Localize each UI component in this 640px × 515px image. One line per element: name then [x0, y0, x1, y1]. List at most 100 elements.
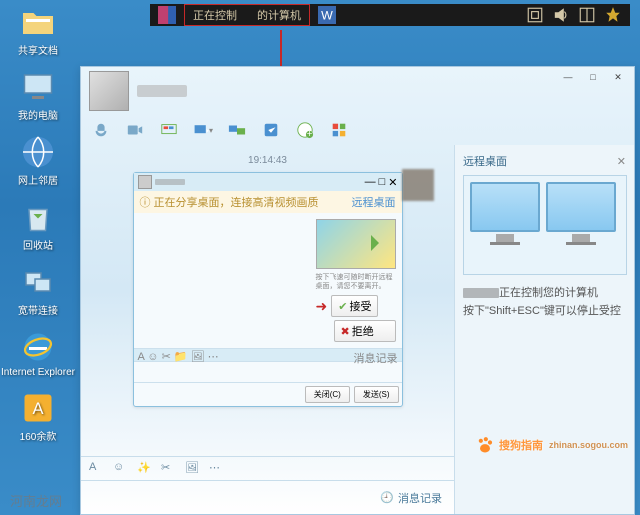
svg-text:+: + — [307, 129, 313, 139]
watermark-bottom: 河南龙网 — [10, 491, 62, 510]
nested-tip-bar: ⓘ 正在分享桌面，连接高清视频画质 远程桌面 — [134, 191, 402, 213]
monitor-left — [470, 182, 540, 268]
chat-bottom-bar: 🕘 消息记录 — [81, 480, 454, 514]
panel-close-icon[interactable]: ✕ — [617, 155, 626, 168]
nested-left-pane — [140, 219, 310, 342]
icon-label: 网上邻居 — [18, 172, 58, 187]
nested-avatar — [138, 175, 152, 189]
desktop-icon-apps[interactable]: A 160余款 — [8, 390, 68, 443]
minimize-button[interactable]: — — [556, 69, 580, 85]
watermark-sub: zhinan.sogou.com — [549, 440, 628, 450]
folder-icon — [20, 4, 56, 40]
nested-send-button[interactable]: 发送(S) — [354, 386, 399, 403]
contact-name-blurred — [137, 85, 187, 97]
image-icon[interactable]: 🖼 — [185, 461, 201, 477]
desktop-icon-network[interactable]: 网上邻居 — [8, 134, 68, 187]
nested-tip-text: 正在分享桌面，连接高清视频画质 — [154, 194, 319, 210]
icon-label: Internet Explorer — [1, 367, 75, 378]
svg-text:A: A — [32, 400, 43, 418]
annotation-arrow-small: ➜ — [316, 298, 328, 315]
video-call-icon[interactable] — [125, 120, 145, 140]
icon-label: 我的电脑 — [18, 107, 58, 122]
nested-max-icon: □ — [379, 176, 386, 188]
emoji-icon[interactable]: ☺ — [113, 461, 129, 477]
nested-history[interactable]: 消息记录 — [354, 350, 398, 360]
remote-desktop-icon[interactable]: ▾ — [193, 120, 213, 140]
nested-right-link[interactable]: 远程桌面 — [352, 194, 396, 210]
accept-label: 接受 — [349, 298, 371, 314]
watermark-sogou: 搜狗指南 zhinan.sogou.com — [475, 435, 628, 455]
icon-label: 160余款 — [20, 428, 57, 443]
icon-label: 共享文档 — [18, 42, 58, 57]
panel-hint: 按下"Shift+ESC"键可以停止受控 — [463, 305, 621, 317]
nested-chat-card: — □ ✕ ⓘ 正在分享桌面，连接高清视频画质 远程桌面 按下飞速可随时断开远程… — [133, 172, 403, 407]
remote-thumb — [316, 219, 396, 269]
chat-toolbar: ▾ + — [81, 115, 634, 145]
remote-desktop-panel: 远程桌面 ✕ 正在控制您的计算机 按下"Shift+ESC"键可以停止受控 — [454, 145, 634, 514]
desktop-icon-broadband[interactable]: 宽带连接 — [8, 264, 68, 317]
nested-header: — □ ✕ — [134, 173, 402, 191]
status-suffix: 正在控制您的计算机 — [499, 287, 598, 299]
app-logo-icon — [158, 6, 176, 24]
history-label: 消息记录 — [398, 490, 442, 506]
font-icon[interactable]: A — [89, 461, 105, 477]
nested-name-blurred — [155, 179, 185, 185]
nested-close-icon: ✕ — [388, 176, 397, 189]
window-controls: — □ ✕ — [556, 69, 630, 85]
desktop-icon-shared-docs[interactable]: 共享文档 — [8, 4, 68, 57]
nested-close-button[interactable]: 关闭(C) — [305, 386, 350, 403]
monitor-right — [546, 182, 616, 268]
nested-footer: 关闭(C) 发送(S) — [134, 382, 402, 406]
grid-icon[interactable] — [329, 120, 349, 140]
more-icon[interactable]: ⋯ — [209, 461, 225, 477]
voice-call-icon[interactable] — [91, 120, 111, 140]
remote-name-blurred — [463, 288, 499, 298]
accept-button[interactable]: ✔接受 — [331, 295, 378, 317]
desktop-icon-my-computer[interactable]: 我的电脑 — [8, 69, 68, 122]
gif-icon[interactable]: ✨ — [137, 461, 153, 477]
nested-body: 按下飞速可随时断开远程桌面，请您不要离开。 ➜ ✔接受 ✖拒绝 — [134, 213, 402, 348]
remote-control-topbar: 正在控制 的计算机 W — [150, 4, 630, 26]
chat-main: 19:14:43 — □ ✕ ⓘ 正在分享桌面，连接高清视频画质 远程桌面 — [81, 145, 634, 514]
paw-icon — [475, 435, 495, 455]
pin-icon[interactable] — [604, 6, 622, 24]
desktop-icons: 共享文档 我的电脑 网上邻居 回收站 宽带连接 Internet Explore… — [8, 4, 68, 455]
add-icon[interactable]: + — [295, 120, 315, 140]
message-timestamp: 19:14:43 — [101, 155, 434, 166]
maximize-button[interactable]: □ — [581, 69, 605, 85]
close-button[interactable]: ✕ — [606, 69, 630, 85]
nested-min-icon: — — [365, 176, 376, 188]
controlling-label: 正在控制 — [193, 7, 237, 23]
chat-header: — □ ✕ — [81, 67, 634, 115]
panel-status-text: 正在控制您的计算机 按下"Shift+ESC"键可以停止受控 — [463, 285, 626, 320]
format-icons: A ☺ ✂ 📁 🖼 ⋯ — [138, 350, 219, 360]
control-status-highlight: 正在控制 的计算机 — [184, 4, 310, 26]
svg-text:W: W — [321, 9, 333, 23]
remote-preview[interactable] — [463, 175, 627, 275]
multi-screen-icon[interactable] — [227, 120, 247, 140]
nested-right-pane: 按下飞速可随时断开远程桌面，请您不要离开。 ➜ ✔接受 ✖拒绝 — [316, 219, 396, 342]
desktop-icon-recycle[interactable]: 回收站 — [8, 199, 68, 252]
panel-title: 远程桌面 — [463, 153, 507, 169]
broadband-icon — [20, 264, 56, 300]
nested-desc: 按下飞速可随时断开远程桌面，请您不要离开。 — [316, 273, 396, 291]
layout-icon[interactable] — [578, 6, 596, 24]
history-button[interactable]: 🕘 消息记录 — [380, 490, 442, 506]
computer-label: 的计算机 — [257, 7, 301, 23]
network-icon — [20, 134, 56, 170]
chat-input-toolbar: A ☺ ✨ ✂ 🖼 ⋯ — [81, 456, 454, 480]
app-icon[interactable] — [261, 120, 281, 140]
volume-icon[interactable] — [552, 6, 570, 24]
contact-avatar[interactable] — [89, 71, 129, 111]
apps-icon: A — [20, 390, 56, 426]
desktop-icon-ie[interactable]: Internet Explorer — [8, 329, 68, 378]
reject-button[interactable]: ✖拒绝 — [334, 320, 396, 342]
chat-message-area: 19:14:43 — □ ✕ ⓘ 正在分享桌面，连接高清视频画质 远程桌面 — [81, 145, 454, 514]
nested-format-bar: A ☺ ✂ 📁 🖼 ⋯ 消息记录 — [134, 348, 402, 362]
icon-label: 回收站 — [23, 237, 53, 252]
word-icon[interactable]: W — [318, 6, 336, 24]
info-icon: ⓘ — [140, 194, 151, 210]
screen-share-icon[interactable] — [159, 120, 179, 140]
fullscreen-icon[interactable] — [526, 6, 544, 24]
screenshot-icon[interactable]: ✂ — [161, 461, 177, 477]
